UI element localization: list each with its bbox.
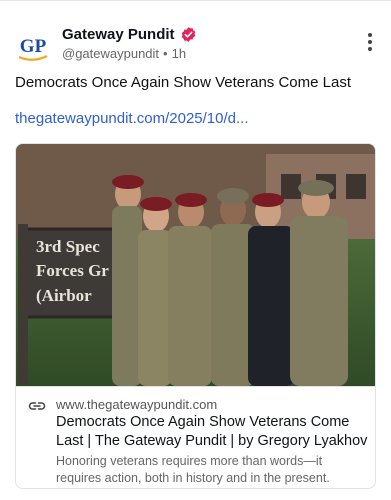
meta-separator: • [163, 46, 168, 61]
sign-line-2: Forces Gr [36, 261, 109, 280]
card-image[interactable]: 3rd Spec Forces Gr (Airbor [16, 144, 375, 386]
post-text: Democrats Once Again Show Veterans Come … [15, 74, 352, 91]
card-title[interactable]: Democrats Once Again Show Veterans Come … [56, 413, 368, 451]
verified-badge-icon [181, 26, 195, 42]
link-preview-card[interactable]: 3rd Spec Forces Gr (Airbor www.thegatewa… [15, 143, 376, 489]
timestamp[interactable]: 1h [172, 46, 186, 61]
card-domain: www.thegatewaypundit.com [56, 397, 218, 412]
sign-line-3: (Airbor [36, 286, 92, 305]
author-block: Gateway Pundit @gatewaypundit • 1h [62, 25, 197, 61]
soldiers-photo [112, 175, 348, 386]
sign-line-1: 3rd Spec [36, 237, 100, 256]
card-text-block[interactable]: www.thegatewaypundit.com Democrats Once … [16, 386, 375, 488]
card-description: Honoring veterans requires more than wor… [56, 454, 330, 485]
display-name[interactable]: Gateway Pundit [62, 26, 175, 43]
gateway-pundit-logo-icon: GP [14, 28, 52, 66]
more-options-icon[interactable] [367, 33, 373, 51]
avatar[interactable]: GP [14, 28, 52, 66]
svg-text:GP: GP [20, 36, 47, 57]
link-icon [28, 402, 46, 410]
handle[interactable]: @gatewaypundit [62, 46, 159, 61]
post-link[interactable]: thegatewaypundit.com/2025/10/d... [15, 110, 249, 127]
top-divider [0, 0, 391, 1]
